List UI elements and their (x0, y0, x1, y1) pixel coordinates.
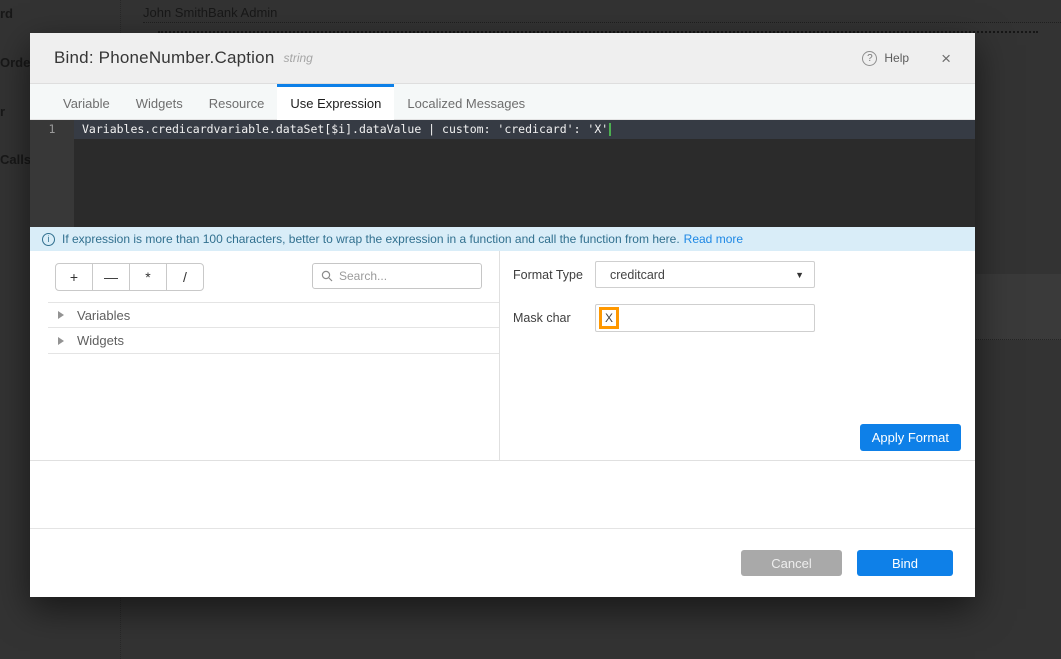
tab-resource[interactable]: Resource (196, 84, 278, 119)
format-type-label: Format Type (513, 268, 595, 282)
help-icon[interactable]: ? (862, 51, 877, 66)
format-type-row: Format Type creditcard ▼ (513, 261, 815, 288)
bind-button[interactable]: Bind (857, 550, 953, 576)
tab-variable[interactable]: Variable (50, 84, 123, 119)
dialog-empty-area (30, 461, 975, 528)
editor-gutter: 1 (30, 120, 74, 227)
close-icon[interactable]: × (941, 50, 951, 67)
dialog-type-hint: string (283, 51, 312, 65)
editor-expression-line[interactable]: Variables.credicardvariable.dataSet[$i].… (82, 120, 611, 139)
expression-text: Variables.credicardvariable.dataSet[$i].… (82, 122, 608, 136)
format-type-value: creditcard (610, 268, 795, 282)
format-type-select[interactable]: creditcard ▼ (595, 261, 815, 288)
bg-sidebar-fragment: rd (0, 6, 13, 21)
bg-user-text: John SmithBank Admin (143, 5, 277, 20)
tab-use-expression[interactable]: Use Expression (277, 84, 394, 120)
multiply-operator-button[interactable]: * (129, 263, 167, 291)
tree-item-label: Variables (77, 308, 130, 323)
dialog-footer: Cancel Bind (30, 528, 975, 597)
tree-item-variables[interactable]: Variables (48, 302, 499, 328)
operator-toolbar: + — * / (55, 263, 482, 291)
expression-code-editor[interactable]: 1 Variables.credicardvariable.dataSet[$i… (30, 120, 975, 227)
bind-expression-dialog: Bind: PhoneNumber.Caption string ? Help … (30, 33, 975, 597)
format-pane: Format Type creditcard ▼ Mask char X App… (500, 251, 975, 460)
dialog-content: + — * / Variables (30, 251, 975, 461)
chevron-down-icon: ▼ (795, 270, 804, 280)
text-cursor (609, 123, 611, 136)
operator-button-group: + — * / (55, 263, 204, 291)
dialog-header: Bind: PhoneNumber.Caption string ? Help … (30, 33, 975, 84)
help-label[interactable]: Help (884, 51, 909, 65)
dialog-tabs: Variable Widgets Resource Use Expression… (30, 84, 975, 120)
minus-operator-button[interactable]: — (92, 263, 130, 291)
search-input[interactable] (339, 269, 473, 283)
bg-panel-band (976, 274, 1061, 340)
mask-char-label: Mask char (513, 311, 595, 325)
divide-operator-button[interactable]: / (166, 263, 204, 291)
info-icon: i (42, 233, 55, 246)
tab-localized-messages[interactable]: Localized Messages (394, 84, 538, 119)
apply-format-button[interactable]: Apply Format (860, 424, 961, 451)
info-banner-text: If expression is more than 100 character… (62, 232, 680, 246)
plus-operator-button[interactable]: + (55, 263, 93, 291)
tree-item-widgets[interactable]: Widgets (48, 328, 499, 354)
tree-item-label: Widgets (77, 333, 124, 348)
editor-line-number: 1 (30, 120, 74, 139)
dialog-title: Bind: PhoneNumber.Caption (54, 48, 274, 68)
expression-builder-pane: + — * / Variables (30, 251, 500, 460)
binding-tree: Variables Widgets (48, 302, 499, 354)
info-banner: i If expression is more than 100 charact… (30, 227, 975, 251)
search-box[interactable] (312, 263, 482, 289)
bg-sidebar-item-calls: Calls (0, 152, 31, 167)
mask-char-input[interactable]: X (595, 304, 815, 332)
chevron-right-icon (58, 337, 64, 345)
mask-char-row: Mask char X (513, 304, 815, 332)
bg-sidebar-item-fragment: r (0, 104, 5, 119)
read-more-link[interactable]: Read more (684, 232, 743, 246)
mask-char-highlighted-value: X (599, 307, 619, 329)
chevron-right-icon (58, 311, 64, 319)
search-icon (321, 270, 333, 282)
bg-dotted-line (143, 22, 1061, 23)
cancel-button[interactable]: Cancel (741, 550, 842, 576)
tab-widgets[interactable]: Widgets (123, 84, 196, 119)
